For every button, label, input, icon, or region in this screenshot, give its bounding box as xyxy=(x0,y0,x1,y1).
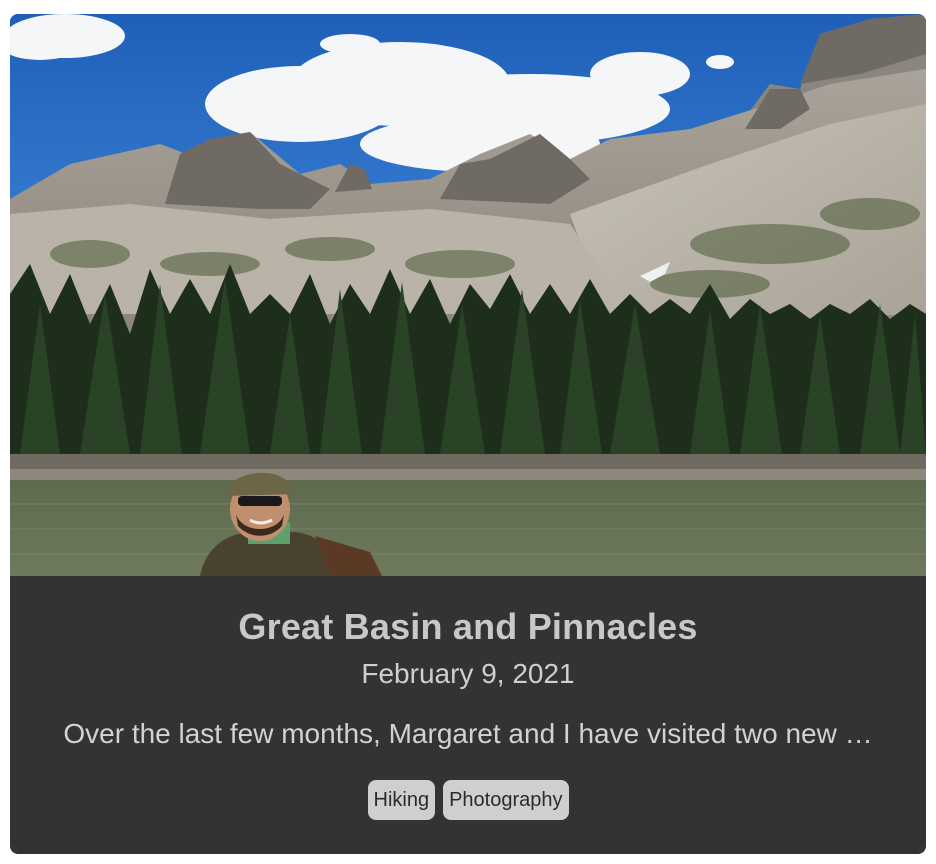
post-excerpt: Over the last few months, Margaret and I… xyxy=(63,718,873,749)
post-hero-image[interactable] xyxy=(10,14,926,576)
tag-list: Hiking Photography xyxy=(10,780,926,820)
landscape-photo xyxy=(10,14,926,576)
post-date: February 9, 2021 xyxy=(361,658,575,689)
post-card-body: Great Basin and Pinnacles February 9, 20… xyxy=(10,576,926,854)
post-title[interactable]: Great Basin and Pinnacles xyxy=(10,606,926,648)
tag-photography[interactable]: Photography xyxy=(443,780,569,820)
post-card[interactable]: Great Basin and Pinnacles February 9, 20… xyxy=(10,14,926,854)
tag-hiking[interactable]: Hiking xyxy=(367,780,436,820)
